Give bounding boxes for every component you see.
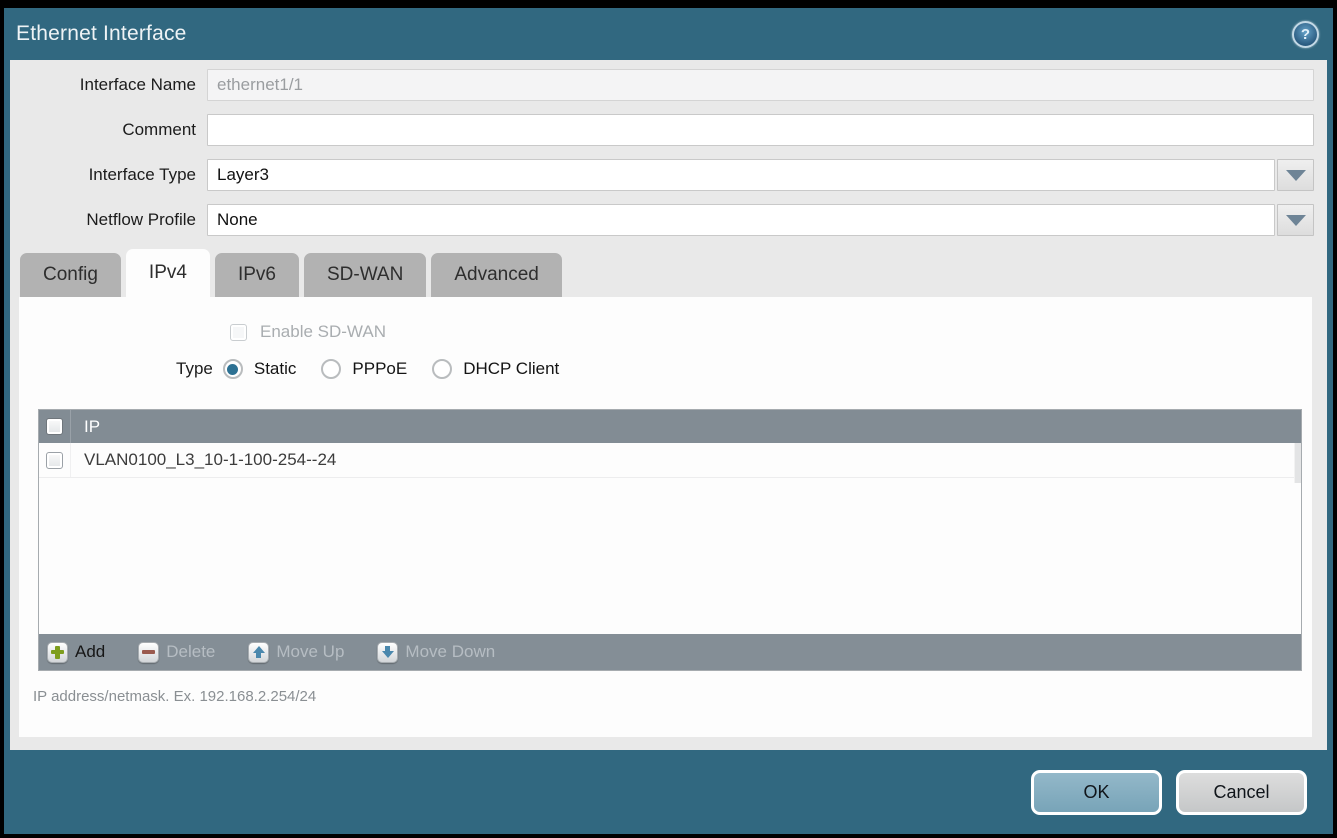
minus-icon <box>142 650 155 655</box>
dhcp-client-radio[interactable] <box>432 359 452 379</box>
move-down-button-label: Move Down <box>405 642 495 662</box>
add-icon-frame <box>47 642 68 663</box>
comment-label: Comment <box>10 120 207 140</box>
enable-sdwan-row: Enable SD-WAN <box>230 297 1312 342</box>
move-up-button-label: Move Up <box>276 642 344 662</box>
interface-name-input <box>207 69 1314 101</box>
move-up-icon-frame <box>248 642 269 663</box>
dialog-titlebar: Ethernet Interface ? <box>4 8 1333 60</box>
static-radio-label: Static <box>254 359 297 379</box>
interface-type-label: Interface Type <box>10 165 207 185</box>
netflow-profile-value: None <box>207 204 1275 236</box>
question-mark-glyph: ? <box>1301 27 1310 42</box>
type-row: Type Static PPPoE DHCP Client <box>176 359 1312 379</box>
tab-config[interactable]: Config <box>20 253 121 297</box>
select-all-checkbox[interactable] <box>46 418 63 435</box>
interface-type-dropdown-button[interactable] <box>1277 159 1314 191</box>
interface-type-value: Layer3 <box>207 159 1275 191</box>
interface-type-row: Interface Type Layer3 <box>10 159 1314 191</box>
comment-row: Comment <box>10 114 1314 146</box>
ip-table-body: VLAN0100_L3_10-1-100-254--24 <box>39 443 1301 634</box>
netflow-profile-dropdown-button[interactable] <box>1277 204 1314 236</box>
delete-icon-frame <box>138 642 159 663</box>
select-all-cell <box>39 410 71 443</box>
radio-option-pppoe[interactable]: PPPoE <box>321 359 407 379</box>
netflow-profile-dropdown[interactable]: None <box>207 204 1314 236</box>
tab-bar: Config IPv4 IPv6 SD-WAN Advanced <box>10 249 1327 297</box>
tab-advanced[interactable]: Advanced <box>431 253 562 297</box>
ok-button[interactable]: OK <box>1031 770 1162 815</box>
hint-text: IP address/netmask. Ex. 192.168.2.254/24 <box>33 688 1312 705</box>
scrollbar[interactable] <box>1294 443 1301 483</box>
help-icon[interactable]: ? <box>1292 21 1319 48</box>
move-down-button: Move Down <box>377 642 495 663</box>
add-button-label: Add <box>75 642 105 662</box>
ipv4-panel: Enable SD-WAN Type Static PPPoE DHCP Cli… <box>19 297 1312 737</box>
add-button[interactable]: Add <box>47 642 105 663</box>
radio-option-dhcp-client[interactable]: DHCP Client <box>432 359 559 379</box>
static-radio[interactable] <box>223 359 243 379</box>
form-area: Interface Name Comment Interface Type La… <box>10 60 1327 236</box>
pppoe-radio-label: PPPoE <box>352 359 407 379</box>
ip-table: IP VLAN0100_L3_10-1-100-254--24 Add <box>38 409 1302 671</box>
arrow-up-icon <box>253 646 265 658</box>
ip-table-header: IP <box>39 410 1301 443</box>
netflow-profile-row: Netflow Profile None <box>10 204 1314 236</box>
dhcp-client-radio-label: DHCP Client <box>463 359 559 379</box>
chevron-down-icon <box>1286 215 1306 226</box>
tab-sdwan[interactable]: SD-WAN <box>304 253 426 297</box>
row-checkbox-cell <box>39 443 71 477</box>
type-label: Type <box>176 359 213 379</box>
move-up-button: Move Up <box>248 642 344 663</box>
dialog-body: Interface Name Comment Interface Type La… <box>10 60 1327 750</box>
arrow-down-icon <box>382 646 394 658</box>
ethernet-interface-dialog: Ethernet Interface ? Interface Name Comm… <box>4 8 1333 834</box>
chevron-down-icon <box>1286 170 1306 181</box>
delete-button-label: Delete <box>166 642 215 662</box>
enable-sdwan-label: Enable SD-WAN <box>260 322 386 342</box>
move-down-icon-frame <box>377 642 398 663</box>
table-row[interactable]: VLAN0100_L3_10-1-100-254--24 <box>39 443 1301 478</box>
table-toolbar: Add Delete Move Up Move Down <box>39 634 1301 670</box>
interface-type-dropdown[interactable]: Layer3 <box>207 159 1314 191</box>
plus-icon <box>51 646 64 659</box>
interface-name-row: Interface Name <box>10 69 1314 101</box>
dialog-footer: OK Cancel <box>4 750 1333 834</box>
delete-button: Delete <box>138 642 215 663</box>
ip-cell: VLAN0100_L3_10-1-100-254--24 <box>71 443 336 477</box>
dialog-title: Ethernet Interface <box>16 22 1292 46</box>
comment-input[interactable] <box>207 114 1314 146</box>
tab-ipv4[interactable]: IPv4 <box>126 249 210 297</box>
ip-column-header: IP <box>71 410 100 443</box>
netflow-profile-label: Netflow Profile <box>10 210 207 230</box>
enable-sdwan-checkbox <box>230 324 247 341</box>
tab-ipv6[interactable]: IPv6 <box>215 253 299 297</box>
radio-option-static[interactable]: Static <box>223 359 297 379</box>
pppoe-radio[interactable] <box>321 359 341 379</box>
interface-name-label: Interface Name <box>10 75 207 95</box>
cancel-button[interactable]: Cancel <box>1176 770 1307 815</box>
row-checkbox[interactable] <box>46 452 63 469</box>
